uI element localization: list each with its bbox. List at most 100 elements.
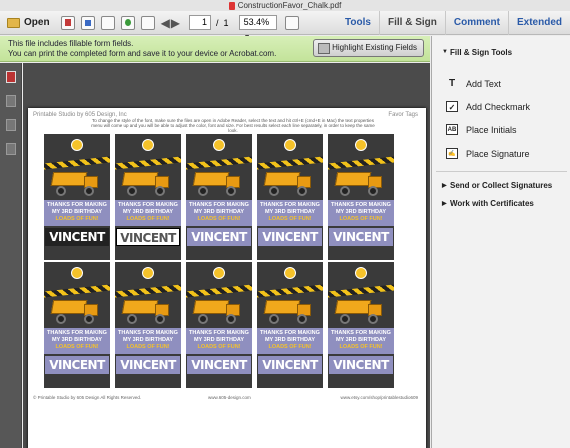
tag-hole-icon	[142, 139, 154, 151]
favor-tag: THANKS FOR MAKING MY 3RD BIRTHDAY LOADS OF…	[328, 262, 394, 388]
page-number-input[interactable]: 1	[189, 15, 212, 30]
zoom-select[interactable]: 53.4% ▼	[238, 15, 277, 41]
name-form-field[interactable]: VINCENT	[187, 356, 251, 374]
tag-hole-icon	[355, 267, 367, 279]
create-pdf-icon[interactable]	[60, 15, 75, 30]
tag-line: MY 3RD BIRTHDAY	[335, 337, 387, 343]
edit-icon[interactable]	[80, 15, 95, 30]
name-form-field[interactable]: VINCENT	[258, 228, 322, 246]
section-certificates[interactable]: Work with Certificates	[438, 199, 534, 208]
place-initials-tool[interactable]: AB Place Initials	[446, 124, 517, 135]
attachments-icon[interactable]	[5, 119, 16, 131]
window-title: ConstructionFavor_Chalk.pdf	[237, 1, 342, 10]
edit-pencil-icon[interactable]	[100, 15, 115, 30]
tab-comment[interactable]: Comment	[444, 10, 508, 35]
dump-truck-icon	[121, 298, 173, 324]
tag-hole-icon	[71, 139, 83, 151]
dump-truck-icon	[334, 298, 386, 324]
tag-message: THANKS FOR MAKING MY 3RD BIRTHDAY LOADS OF…	[186, 200, 252, 226]
add-text-tool[interactable]: T Add Text	[446, 78, 501, 89]
favor-tag: THANKS FOR MAKING MY 3RD BIRTHDAY LOADS OF…	[257, 262, 323, 388]
tag-line: LOADS OF FUN!	[197, 216, 241, 222]
checkmark-icon: ✓	[446, 101, 458, 112]
fill-sign-pane: Fill & Sign Tools T Add Text ✓ Add Check…	[431, 36, 570, 448]
comments-icon[interactable]	[5, 143, 16, 155]
place-signature-tool[interactable]: ✍ Place Signature	[446, 148, 530, 159]
next-page-icon[interactable]: ▶	[171, 16, 180, 30]
tag-hole-icon	[355, 139, 367, 151]
document-viewport[interactable]: Printable Studio by 605 Design, Inc Favo…	[23, 63, 430, 448]
favor-tag: THANKS FOR MAKING MY 3RD BIRTHDAY LOADS OF…	[186, 262, 252, 388]
footer-website: www.605-design.com	[208, 395, 251, 400]
open-button[interactable]: Open	[4, 14, 53, 32]
tag-message: THANKS FOR MAKING MY 3RD BIRTHDAY LOADS OF…	[115, 200, 181, 226]
tab-fill-sign[interactable]: Fill & Sign	[378, 10, 445, 35]
caution-tape	[328, 284, 394, 298]
name-form-field[interactable]: VINCENT	[329, 356, 393, 374]
caution-tape	[44, 284, 110, 298]
name-form-field[interactable]: VINCENT	[116, 356, 180, 374]
tag-hole-icon	[284, 267, 296, 279]
bookmarks-icon[interactable]	[5, 95, 16, 107]
tag-hole-icon	[213, 139, 225, 151]
add-checkmark-label: Add Checkmark	[466, 101, 531, 112]
add-text-label: Add Text	[466, 78, 501, 89]
section-send-signatures[interactable]: Send or Collect Signatures	[438, 181, 552, 190]
page-separator: /	[216, 17, 219, 28]
dump-truck-icon	[192, 298, 244, 324]
print-icon[interactable]	[140, 15, 155, 30]
tag-message: THANKS FOR MAKING MY 3RD BIRTHDAY LOADS OF…	[186, 328, 252, 354]
favor-tag: THANKS FOR MAKING MY 3RD BIRTHDAY LOADS OF…	[44, 134, 110, 260]
dump-truck-icon	[263, 170, 315, 196]
caution-tape	[115, 156, 181, 170]
zoom-value: 53.4%	[243, 17, 270, 27]
highlight-fields-button[interactable]: Highlight Existing Fields	[313, 39, 424, 57]
page-thumbnails-icon[interactable]	[5, 71, 16, 83]
tag-line: LOADS OF FUN!	[268, 344, 312, 350]
tag-line: LOADS OF FUN!	[55, 344, 99, 350]
name-form-field[interactable]: VINCENT	[258, 356, 322, 374]
dump-truck-icon	[50, 298, 102, 324]
tag-line: MY 3RD BIRTHDAY	[122, 209, 174, 215]
dump-truck-icon	[263, 298, 315, 324]
favor-tag: THANKS FOR MAKING MY 3RD BIRTHDAY LOADS OF…	[186, 134, 252, 260]
name-form-field[interactable]: VINCENT	[45, 356, 109, 374]
tag-line: MY 3RD BIRTHDAY	[193, 337, 245, 343]
tag-line: THANKS FOR MAKING	[47, 202, 107, 208]
tag-line: LOADS OF FUN!	[126, 216, 170, 222]
tag-hole-icon	[142, 267, 154, 279]
favor-tag: THANKS FOR MAKING MY 3RD BIRTHDAY LOADS OF…	[115, 262, 181, 388]
tag-line: LOADS OF FUN!	[339, 216, 383, 222]
page-header-right: Favor Tags	[388, 112, 418, 118]
footer-copyright: © Printable Studio by 605 Design All Rig…	[33, 395, 142, 400]
tag-line: MY 3RD BIRTHDAY	[51, 337, 103, 343]
tag-hole-icon	[213, 267, 225, 279]
pdf-file-icon	[228, 1, 235, 10]
name-form-field[interactable]: VINCENT	[116, 228, 180, 246]
tag-line: LOADS OF FUN!	[339, 344, 383, 350]
folder-icon	[7, 17, 20, 28]
section-fill-sign-tools[interactable]: Fill & Sign Tools	[438, 48, 512, 57]
caution-tape	[186, 284, 252, 298]
tag-line: THANKS FOR MAKING	[331, 330, 391, 336]
name-form-field[interactable]: VINCENT	[45, 228, 109, 246]
tag-line: THANKS FOR MAKING	[189, 202, 249, 208]
caution-tape	[115, 284, 181, 298]
name-form-field[interactable]: VINCENT	[329, 228, 393, 246]
tools-button[interactable]: Tools	[337, 17, 379, 28]
tag-line: MY 3RD BIRTHDAY	[335, 209, 387, 215]
favor-tags-grid: THANKS FOR MAKING MY 3RD BIRTHDAY LOADS OF…	[44, 134, 399, 388]
dump-truck-icon	[50, 170, 102, 196]
upload-icon[interactable]	[120, 15, 135, 30]
text-t-icon: T	[448, 78, 456, 89]
tag-line: LOADS OF FUN!	[126, 344, 170, 350]
add-checkmark-tool[interactable]: ✓ Add Checkmark	[446, 101, 530, 112]
tab-extended[interactable]: Extended	[507, 10, 570, 35]
favor-tag: THANKS FOR MAKING MY 3RD BIRTHDAY LOADS OF…	[328, 134, 394, 260]
pdf-page: Printable Studio by 605 Design, Inc Favo…	[28, 108, 426, 448]
fit-page-icon[interactable]	[284, 15, 299, 30]
tag-line: THANKS FOR MAKING	[189, 330, 249, 336]
name-form-field[interactable]: VINCENT	[187, 228, 251, 246]
footer-etsy: www.etsy.com/shop/printablestudio609	[340, 395, 418, 400]
prev-page-icon[interactable]: ◀	[161, 16, 170, 30]
